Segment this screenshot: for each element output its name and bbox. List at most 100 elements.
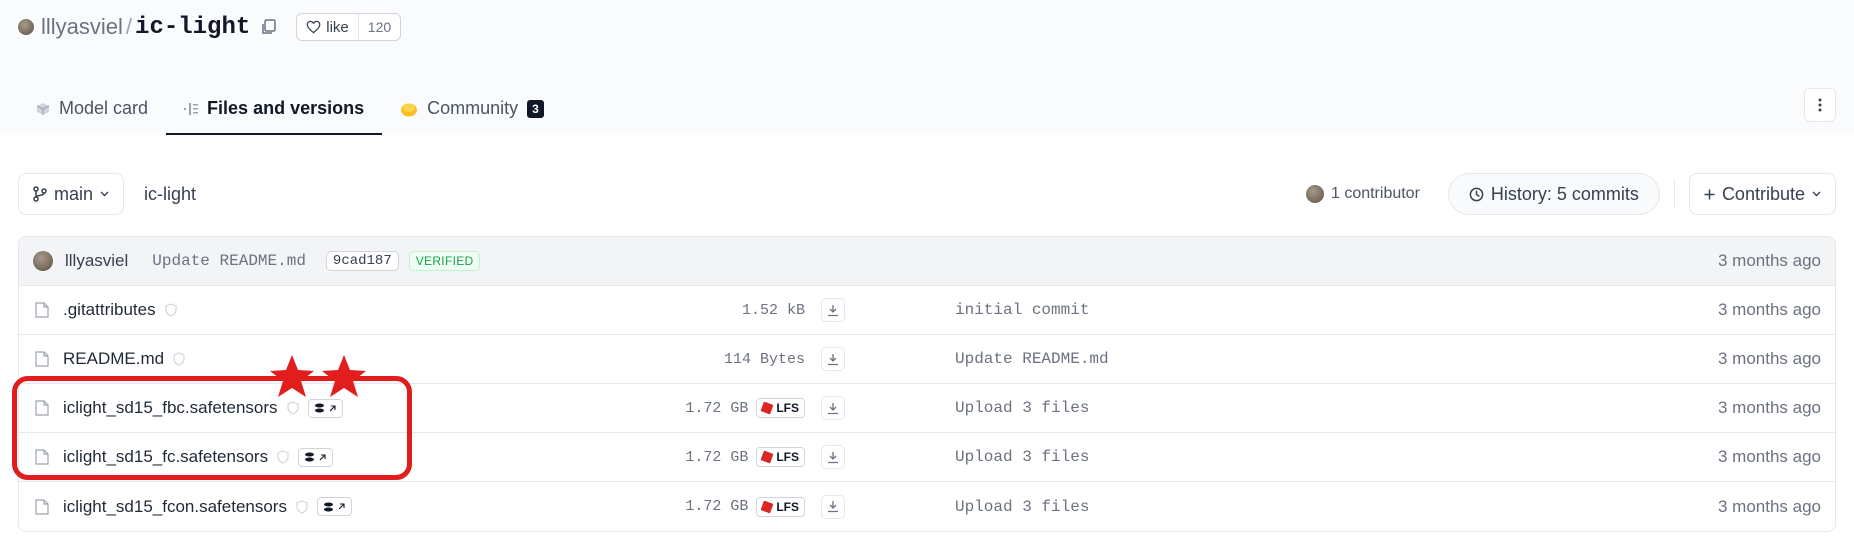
- shield-check-icon: [277, 450, 289, 464]
- tab-community[interactable]: Community 3: [382, 82, 562, 135]
- current-path[interactable]: ic-light: [144, 184, 196, 205]
- contributor-avatar: [1305, 185, 1324, 203]
- contribute-label: Contribute: [1721, 183, 1805, 204]
- external-link-icon: [338, 503, 345, 510]
- file-row[interactable]: iclight_sd15_fbc.safetensors 1.72 GB LFS Up…: [19, 384, 1835, 433]
- file-size-cell: 1.72 GB LFS: [685, 447, 805, 467]
- files-icon: [184, 102, 199, 115]
- contributors[interactable]: 1 contributor: [1305, 185, 1420, 203]
- tab-model-card[interactable]: Model card: [18, 82, 166, 135]
- file-name-link[interactable]: .gitattributes: [63, 300, 156, 320]
- clock-icon: [1469, 187, 1484, 201]
- file-time: 3 months ago: [1717, 447, 1821, 466]
- file-name-link[interactable]: iclight_sd15_fbc.safetensors: [63, 398, 278, 418]
- download-button[interactable]: [821, 347, 845, 371]
- download-button[interactable]: [821, 494, 845, 519]
- file-icon: [35, 498, 49, 515]
- commit-author[interactable]: lllyasviel: [65, 251, 128, 271]
- commit-hash[interactable]: 9cad187: [325, 251, 399, 271]
- branch-name: main: [54, 183, 94, 204]
- kebab-menu-icon: [1818, 98, 1822, 112]
- heart-icon: [306, 20, 321, 34]
- files-toolbar: main ic-light 1 contributor History: 5 c…: [18, 173, 1836, 215]
- tab-label: Files and versions: [207, 98, 365, 118]
- file-commit-message[interactable]: Upload 3 files: [955, 498, 1089, 516]
- file-size: 1.72 GB: [685, 448, 749, 466]
- file-name-link[interactable]: README.md: [63, 349, 164, 369]
- repo-header: lllyasviel / ic-light like 120 Model car…: [0, 0, 1854, 135]
- repo-title-line: lllyasviel / ic-light like 120: [18, 10, 402, 44]
- community-icon: [401, 103, 418, 116]
- tab-files-and-versions[interactable]: Files and versions: [166, 82, 383, 135]
- commit-message[interactable]: Update README.md: [152, 252, 306, 270]
- download-button[interactable]: [821, 396, 845, 420]
- file-name-link[interactable]: iclight_sd15_fc.safetensors: [63, 447, 268, 467]
- file-icon: [35, 351, 49, 367]
- file-size-cell: 1.52 kB: [742, 302, 805, 319]
- file-name-cell: iclight_sd15_fc.safetensors: [63, 447, 334, 467]
- download-icon: [828, 451, 838, 463]
- safetensors-viewer-button[interactable]: [316, 497, 352, 516]
- download-icon: [828, 501, 838, 513]
- download-icon: [828, 304, 838, 316]
- file-table: lllyasviel Update README.md 9cad187 VERI…: [18, 236, 1836, 532]
- shield-check-icon: [173, 352, 185, 366]
- repo-owner-link[interactable]: lllyasviel: [41, 14, 123, 40]
- branch-icon: [33, 186, 47, 202]
- file-row[interactable]: README.md 114 Bytes Update README.md 3 mont…: [19, 335, 1835, 384]
- contribute-button[interactable]: Contribute: [1688, 173, 1836, 215]
- lfs-label: LFS: [776, 499, 799, 514]
- safetensors-viewer-button[interactable]: [298, 447, 334, 467]
- lfs-badge[interactable]: LFS: [756, 496, 805, 517]
- copy-icon[interactable]: [260, 18, 278, 36]
- file-commit-message[interactable]: Upload 3 files: [955, 448, 1089, 466]
- community-count-badge: 3: [527, 99, 544, 118]
- safetensors-icon: [305, 452, 315, 462]
- file-size-cell: 114 Bytes: [724, 351, 805, 368]
- lfs-badge[interactable]: LFS: [756, 447, 805, 467]
- lfs-icon: [760, 450, 774, 464]
- more-options-button[interactable]: [1804, 88, 1836, 122]
- shield-check-icon: [165, 303, 177, 317]
- branch-selector[interactable]: main: [18, 173, 125, 215]
- external-link-icon: [329, 404, 336, 411]
- lfs-icon: [760, 401, 774, 415]
- like-label: like: [326, 18, 349, 36]
- file-list: .gitattributes 1.52 kB initial commit 3 mon…: [19, 286, 1835, 531]
- path-separator: /: [125, 14, 133, 39]
- repo-name-link[interactable]: ic-light: [135, 14, 250, 41]
- file-row[interactable]: .gitattributes 1.52 kB initial commit 3 mon…: [19, 286, 1835, 335]
- file-name-link[interactable]: iclight_sd15_fcon.safetensors: [63, 497, 287, 517]
- file-row[interactable]: iclight_sd15_fc.safetensors 1.72 GB LFS Upl…: [19, 433, 1835, 482]
- file-time: 3 months ago: [1717, 496, 1821, 516]
- owner-avatar[interactable]: [18, 19, 34, 35]
- file-commit-message[interactable]: Upload 3 files: [955, 399, 1089, 417]
- lfs-badge[interactable]: LFS: [756, 398, 805, 418]
- history-label: History: 5 commits: [1490, 183, 1639, 204]
- verified-badge: VERIFIED: [408, 251, 481, 271]
- file-name-cell: README.md: [63, 349, 186, 369]
- file-commit-message[interactable]: Update README.md: [955, 350, 1109, 368]
- file-name-cell: iclight_sd15_fbc.safetensors: [63, 398, 343, 418]
- divider: [1673, 179, 1675, 209]
- download-button[interactable]: [821, 298, 845, 322]
- file-size-cell: 1.72 GB LFS: [685, 496, 805, 517]
- commit-author-avatar[interactable]: [33, 251, 53, 271]
- download-icon: [828, 402, 838, 414]
- download-icon: [828, 353, 838, 365]
- safetensors-icon: [323, 502, 333, 511]
- shield-check-icon: [296, 499, 308, 514]
- safetensors-viewer-button[interactable]: [307, 398, 343, 418]
- history-button[interactable]: History: 5 commits: [1447, 173, 1660, 215]
- shield-check-icon: [286, 401, 299, 415]
- like-count: 120: [357, 14, 400, 40]
- external-link-icon: [319, 453, 326, 460]
- download-button[interactable]: [821, 445, 845, 469]
- file-size: 1.72 GB: [685, 498, 749, 515]
- file-size: 114 Bytes: [723, 350, 805, 368]
- file-row[interactable]: iclight_sd15_fcon.safetensors 1.72 GB LFS U…: [19, 482, 1835, 531]
- tab-label: Community: [427, 98, 519, 118]
- file-commit-message[interactable]: initial commit: [955, 301, 1089, 319]
- like-button[interactable]: like 120: [296, 13, 402, 41]
- chevron-down-icon: [100, 191, 109, 197]
